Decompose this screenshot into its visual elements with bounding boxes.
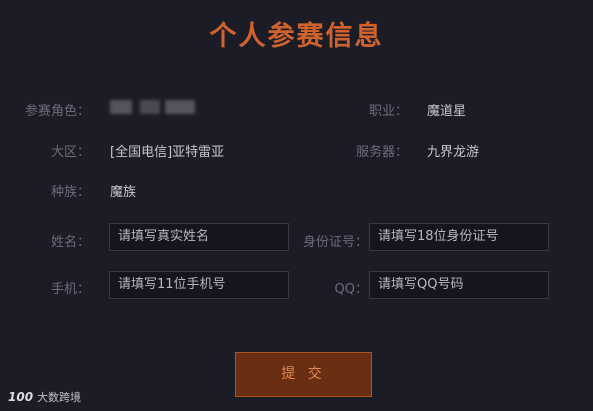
job-value: 魔道星 bbox=[427, 104, 467, 119]
submit-button[interactable]: 提 交 bbox=[235, 352, 372, 397]
race-value: 魔族 bbox=[110, 185, 137, 200]
watermark-mark: 100 bbox=[8, 390, 34, 404]
phone-label: 手机： bbox=[50, 282, 90, 297]
server-value: 九界龙游 bbox=[427, 145, 480, 160]
role-name-redacted-2 bbox=[140, 100, 160, 114]
qq-input[interactable]: 请填写QQ号码 bbox=[369, 271, 549, 299]
server-label: 服务器： bbox=[355, 145, 408, 160]
id-number-input[interactable]: 请填写18位身份证号 bbox=[369, 223, 549, 251]
name-input[interactable]: 请填写真实姓名 bbox=[109, 223, 289, 251]
id-label: 身份证号： bbox=[302, 235, 368, 250]
role-name-redacted-3 bbox=[165, 100, 195, 114]
page-title: 个人参赛信息 bbox=[209, 21, 384, 52]
phone-input[interactable]: 请填写11位手机号 bbox=[109, 271, 289, 299]
region-value: [全国电信]亚特雷亚 bbox=[110, 145, 225, 160]
race-label: 种族： bbox=[50, 185, 90, 200]
qq-label: QQ： bbox=[334, 282, 368, 297]
watermark-text: 大数跨境 bbox=[37, 391, 82, 404]
role-name-redacted bbox=[110, 100, 132, 114]
job-label: 职业： bbox=[368, 104, 408, 119]
role-label: 参赛角色： bbox=[24, 104, 90, 119]
watermark-logo: 100 大数跨境 bbox=[8, 389, 81, 405]
name-label: 姓名： bbox=[50, 235, 90, 250]
region-label: 大区： bbox=[50, 145, 90, 160]
